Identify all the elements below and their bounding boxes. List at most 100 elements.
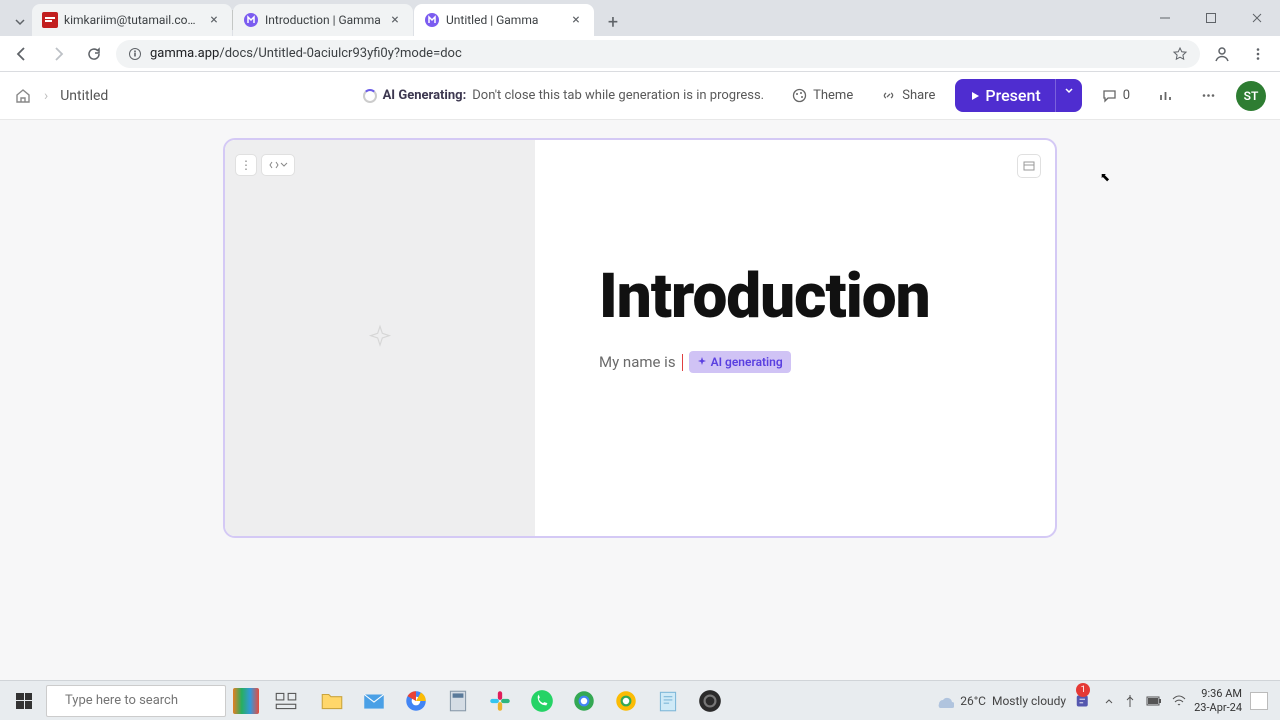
slide-body-text[interactable]: My name is (599, 353, 676, 371)
wifi-icon[interactable] (1172, 695, 1186, 707)
notification-badge: 1 (1076, 683, 1090, 697)
address-bar[interactable]: gamma.app/docs/Untitled-0aciulcr93yfi0y?… (116, 40, 1200, 68)
start-button[interactable] (4, 681, 44, 720)
taskbar-books-icon[interactable] (226, 681, 266, 720)
taskbar-search[interactable] (46, 685, 226, 717)
spinner-icon (363, 89, 377, 103)
chrome-profile-button[interactable] (1208, 40, 1236, 68)
chrome-menu-button[interactable] (1244, 40, 1272, 68)
file-explorer-icon[interactable] (312, 681, 352, 720)
clock-date: 23-Apr-24 (1194, 701, 1242, 714)
browser-tab[interactable]: Introduction | Gamma × (233, 4, 413, 36)
weather-text: Mostly cloudy (992, 694, 1066, 708)
ai-generating-tag: AI generating (689, 351, 791, 373)
action-center-button[interactable] (1250, 692, 1268, 710)
tab-title: Introduction | Gamma (265, 13, 381, 27)
obs-icon[interactable] (690, 681, 730, 720)
comment-icon (1102, 88, 1117, 103)
gamma-favicon-icon (424, 12, 440, 28)
tab-title: Untitled | Gamma (446, 13, 562, 27)
url-text: gamma.app/docs/Untitled-0aciulcr93yfi0y?… (150, 46, 462, 61)
task-view-button[interactable] (266, 681, 306, 720)
usb-icon[interactable] (1124, 694, 1136, 708)
play-icon (969, 90, 981, 102)
slide-toolbar: ⋮ (235, 154, 295, 176)
slide-card[interactable]: ⋮ Introduction My name is AI generating (223, 138, 1057, 538)
present-dropdown[interactable] (1055, 79, 1082, 112)
breadcrumb-separator-icon: › (44, 88, 48, 104)
tab-search-dropdown[interactable] (8, 8, 32, 36)
taskbar-clock[interactable]: 9:36 AM 23-Apr-24 (1194, 687, 1242, 713)
whatsapp-icon[interactable] (522, 681, 562, 720)
forward-button[interactable] (44, 40, 72, 68)
chrome-alt2-icon[interactable] (606, 681, 646, 720)
window-controls (1142, 0, 1280, 36)
slide-title[interactable]: Introduction (599, 260, 1005, 333)
sparkle-icon (697, 357, 707, 367)
chevron-down-icon (1064, 86, 1074, 96)
close-window-button[interactable] (1234, 0, 1280, 36)
mouse-cursor-icon: ⬉ (1100, 170, 1110, 184)
tuta-favicon-icon (42, 12, 58, 28)
weather-temp: 26°C (960, 694, 986, 708)
card-style-dropdown[interactable] (261, 154, 295, 176)
tab-title: kimkariim@tutamail.com - Tu (64, 13, 200, 27)
clock-time: 9:36 AM (1194, 687, 1242, 700)
windows-logo-icon (16, 693, 32, 709)
close-icon[interactable]: × (387, 12, 403, 28)
home-icon[interactable] (14, 87, 32, 105)
doc-title[interactable]: Untitled (60, 88, 108, 104)
slide-image-placeholder[interactable]: ⋮ (225, 140, 535, 536)
arrows-icon (268, 159, 280, 171)
reload-button[interactable] (80, 40, 108, 68)
text-cursor (682, 354, 683, 371)
present-button[interactable]: Present (955, 79, 1054, 112)
link-icon (881, 88, 896, 103)
sparkle-placeholder-icon (366, 324, 394, 352)
slack-icon[interactable] (480, 681, 520, 720)
teams-tray-icon[interactable]: 1 (1074, 681, 1096, 720)
chrome-icon[interactable] (396, 681, 436, 720)
theme-button[interactable]: Theme (784, 82, 861, 109)
user-avatar[interactable]: ST (1236, 81, 1266, 111)
browser-nav-bar: gamma.app/docs/Untitled-0aciulcr93yfi0y?… (0, 36, 1280, 72)
chevron-down-icon (280, 161, 288, 169)
browser-tab-strip: kimkariim@tutamail.com - Tu × Introducti… (0, 0, 1280, 36)
taskbar-search-input[interactable] (65, 693, 231, 708)
card-options-button[interactable] (1017, 154, 1041, 178)
analytics-button[interactable] (1150, 82, 1181, 109)
ai-banner-label: AI Generating: (383, 88, 467, 103)
site-info-icon[interactable] (128, 47, 142, 61)
comments-button[interactable]: 0 (1094, 82, 1138, 109)
canvas-area[interactable]: ⬉ ⋮ Introduction My name is AI generati (0, 120, 1280, 680)
maximize-button[interactable] (1188, 0, 1234, 36)
chrome-alt-icon[interactable] (564, 681, 604, 720)
back-button[interactable] (8, 40, 36, 68)
slide-content[interactable]: Introduction My name is AI generating (535, 140, 1055, 536)
mail-icon[interactable] (354, 681, 394, 720)
calculator-icon[interactable] (438, 681, 478, 720)
browser-tab-active[interactable]: Untitled | Gamma × (414, 4, 594, 36)
ai-generating-banner: AI Generating: Don't close this tab whil… (363, 88, 765, 103)
weather-widget[interactable]: 26°C Mostly cloudy (934, 691, 1066, 711)
windows-taskbar: 26°C Mostly cloudy 1 9:36 AM 23-Apr-24 (0, 680, 1280, 720)
new-tab-button[interactable]: + (599, 8, 627, 36)
gamma-favicon-icon (243, 12, 259, 28)
card-icon (1023, 160, 1035, 172)
close-icon[interactable]: × (568, 12, 584, 28)
system-tray: 26°C Mostly cloudy 1 9:36 AM 23-Apr-24 (934, 681, 1276, 720)
minimize-button[interactable] (1142, 0, 1188, 36)
ai-banner-message: Don't close this tab while generation is… (472, 88, 764, 103)
dots-icon (1201, 88, 1216, 103)
battery-icon[interactable] (1146, 696, 1162, 706)
bookmark-star-icon[interactable] (1172, 46, 1188, 62)
close-icon[interactable]: × (206, 12, 222, 28)
cloud-icon (934, 691, 954, 711)
tray-chevron-icon[interactable] (1104, 696, 1114, 706)
drag-handle-icon[interactable]: ⋮ (235, 154, 257, 176)
browser-tab[interactable]: kimkariim@tutamail.com - Tu × (32, 4, 232, 36)
notepad-icon[interactable] (648, 681, 688, 720)
more-menu-button[interactable] (1193, 82, 1224, 109)
share-button[interactable]: Share (873, 82, 943, 109)
app-header: › Untitled AI Generating: Don't close th… (0, 72, 1280, 120)
